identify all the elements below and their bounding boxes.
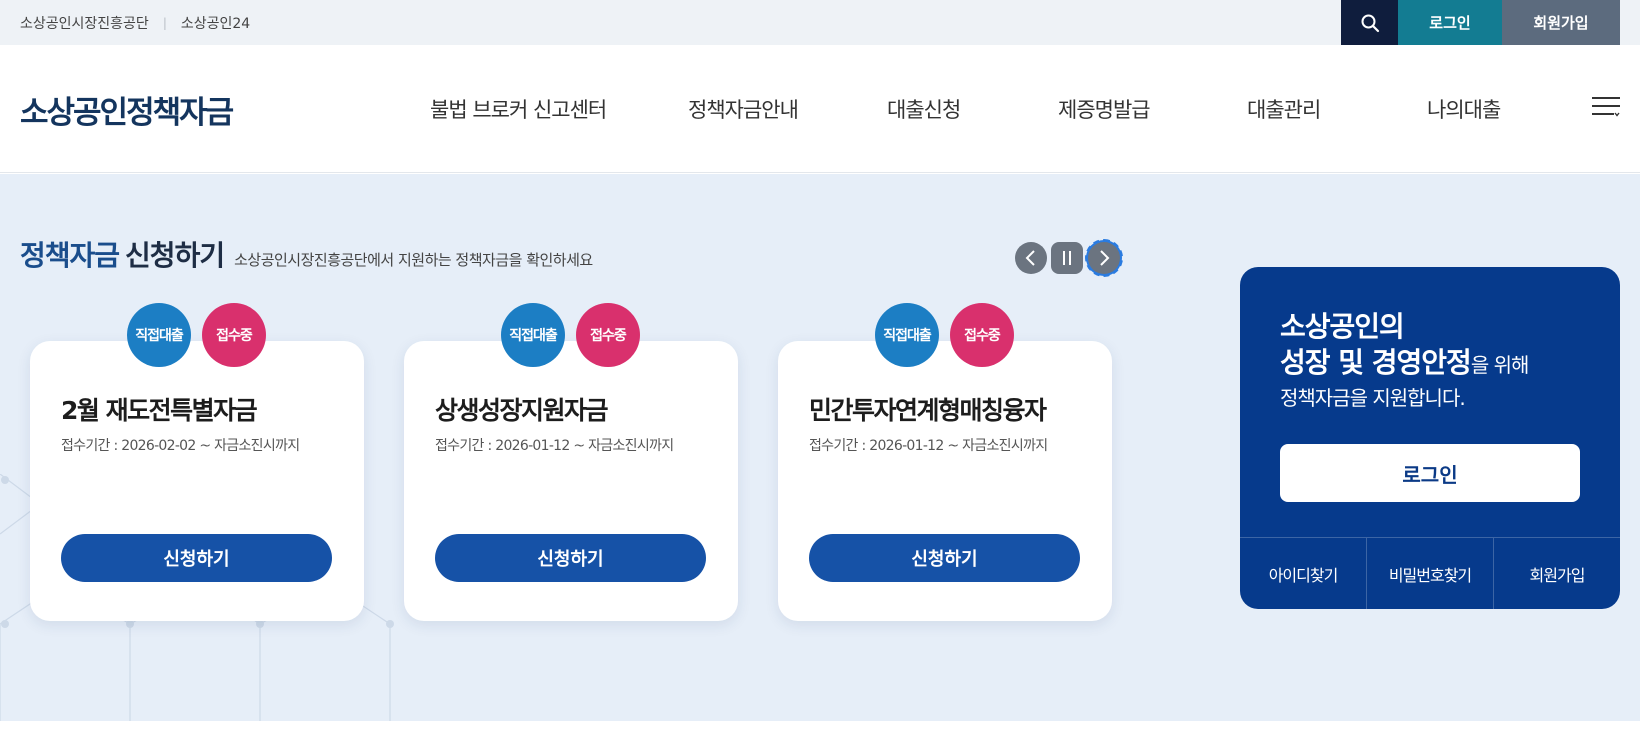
status-badge: 접수중 bbox=[950, 303, 1014, 367]
link-semas[interactable]: 소상공인시장진흥공단 bbox=[20, 13, 149, 33]
apply-button[interactable]: 신청하기 bbox=[809, 534, 1080, 582]
fund-section: 정책자금 신청하기 소상공인시장진흥공단에서 지원하는 정책자금을 확인하세요 … bbox=[0, 174, 1640, 721]
utility-bar: 소상공인시장진흥공단 | 소상공인24 로그인 회원가입 bbox=[0, 0, 1640, 45]
pause-icon bbox=[1063, 251, 1071, 265]
login-panel-line2: 성장 및 경영안정을 위해 bbox=[1280, 345, 1530, 383]
find-id-link[interactable]: 아이디찾기 bbox=[1240, 538, 1366, 609]
nav-item-loan-manage[interactable]: 대출관리 bbox=[1247, 94, 1321, 124]
utility-buttons: 로그인 회원가입 bbox=[1341, 0, 1620, 45]
chevron-right-icon bbox=[1100, 250, 1110, 266]
family-site-links: 소상공인시장진흥공단 | 소상공인24 bbox=[20, 0, 250, 45]
nav-item-loan-apply[interactable]: 대출신청 bbox=[887, 94, 961, 124]
fund-card: 직접대출 접수중 상생성장지원자금 접수기간 : 2026-01-12 ~ 자금… bbox=[404, 303, 738, 621]
search-button[interactable] bbox=[1341, 0, 1398, 45]
slider-next-button[interactable] bbox=[1085, 239, 1123, 277]
fund-card-period: 접수기간 : 2026-02-02 ~ 자금소진시까지 bbox=[61, 438, 300, 454]
section-title-rest: 신청하기 bbox=[125, 239, 225, 272]
fund-card: 직접대출 접수중 민간투자연계형매칭융자 접수기간 : 2026-01-12 ~… bbox=[778, 303, 1112, 621]
link-sbiz24[interactable]: 소상공인24 bbox=[181, 13, 250, 33]
login-panel-line2-small: 을 위해 bbox=[1470, 353, 1530, 377]
nav-item-broker-report[interactable]: 불법 브로커 신고센터 bbox=[430, 94, 607, 124]
nav-item-my-loan[interactable]: 나의대출 bbox=[1427, 94, 1501, 124]
direct-loan-badge: 직접대출 bbox=[127, 303, 191, 367]
account-links: 아이디찾기 비밀번호찾기 회원가입 bbox=[1240, 537, 1620, 609]
slider-pause-button[interactable] bbox=[1051, 242, 1083, 274]
section-title: 정책자금 신청하기 소상공인시장진흥공단에서 지원하는 정책자금을 확인하세요 bbox=[20, 234, 593, 274]
main-nav: 불법 브로커 신고센터 정책자금안내 대출신청 제증명발급 대출관리 나의대출 bbox=[0, 45, 1640, 173]
login-panel-line1: 소상공인의 bbox=[1280, 310, 1405, 343]
login-button[interactable]: 로그인 bbox=[1280, 444, 1580, 502]
status-badge: 접수중 bbox=[576, 303, 640, 367]
direct-loan-badge: 직접대출 bbox=[875, 303, 939, 367]
apply-button[interactable]: 신청하기 bbox=[61, 534, 332, 582]
section-title-highlight: 정책자금 bbox=[20, 239, 120, 272]
login-panel: 소상공인의 성장 및 경영안정을 위해 정책자금을 지원합니다. 로그인 아이디… bbox=[1240, 267, 1620, 609]
top-login-button[interactable]: 로그인 bbox=[1398, 0, 1502, 45]
site-header: 소상공인정책자금 불법 브로커 신고센터 정책자금안내 대출신청 제증명발급 대… bbox=[0, 45, 1640, 173]
nav-item-certificates[interactable]: 제증명발급 bbox=[1058, 94, 1151, 124]
fund-card-period: 접수기간 : 2026-01-12 ~ 자금소진시까지 bbox=[809, 438, 1048, 454]
fund-card-title: 2월 재도전특별자금 bbox=[61, 396, 258, 425]
section-description: 소상공인시장진흥공단에서 지원하는 정책자금을 확인하세요 bbox=[234, 251, 593, 269]
fund-card: 직접대출 접수중 2월 재도전특별자금 접수기간 : 2026-02-02 ~ … bbox=[30, 303, 364, 621]
login-panel-line3: 정책자금을 지원합니다. bbox=[1280, 386, 1466, 410]
hamburger-menu-icon[interactable] bbox=[1592, 97, 1620, 117]
fund-card-title: 상생성장지원자금 bbox=[435, 396, 609, 425]
login-panel-message: 소상공인의 성장 및 경영안정을 위해 정책자금을 지원합니다. bbox=[1280, 309, 1530, 413]
find-password-link[interactable]: 비밀번호찾기 bbox=[1366, 538, 1493, 609]
fund-card-title: 민간투자연계형매칭융자 bbox=[809, 396, 1047, 425]
fund-card-period: 접수기간 : 2026-01-12 ~ 자금소진시까지 bbox=[435, 438, 674, 454]
slider-prev-button[interactable] bbox=[1015, 242, 1047, 274]
top-join-button[interactable]: 회원가입 bbox=[1502, 0, 1620, 45]
nav-item-fund-guide[interactable]: 정책자금안내 bbox=[688, 94, 799, 124]
link-divider: | bbox=[162, 15, 167, 30]
direct-loan-badge: 직접대출 bbox=[501, 303, 565, 367]
apply-button[interactable]: 신청하기 bbox=[435, 534, 706, 582]
join-link[interactable]: 회원가입 bbox=[1493, 538, 1620, 609]
status-badge: 접수중 bbox=[202, 303, 266, 367]
chevron-left-icon bbox=[1025, 250, 1035, 266]
search-icon bbox=[1361, 14, 1379, 32]
login-panel-line2-bold: 성장 및 경영안정 bbox=[1280, 346, 1472, 379]
